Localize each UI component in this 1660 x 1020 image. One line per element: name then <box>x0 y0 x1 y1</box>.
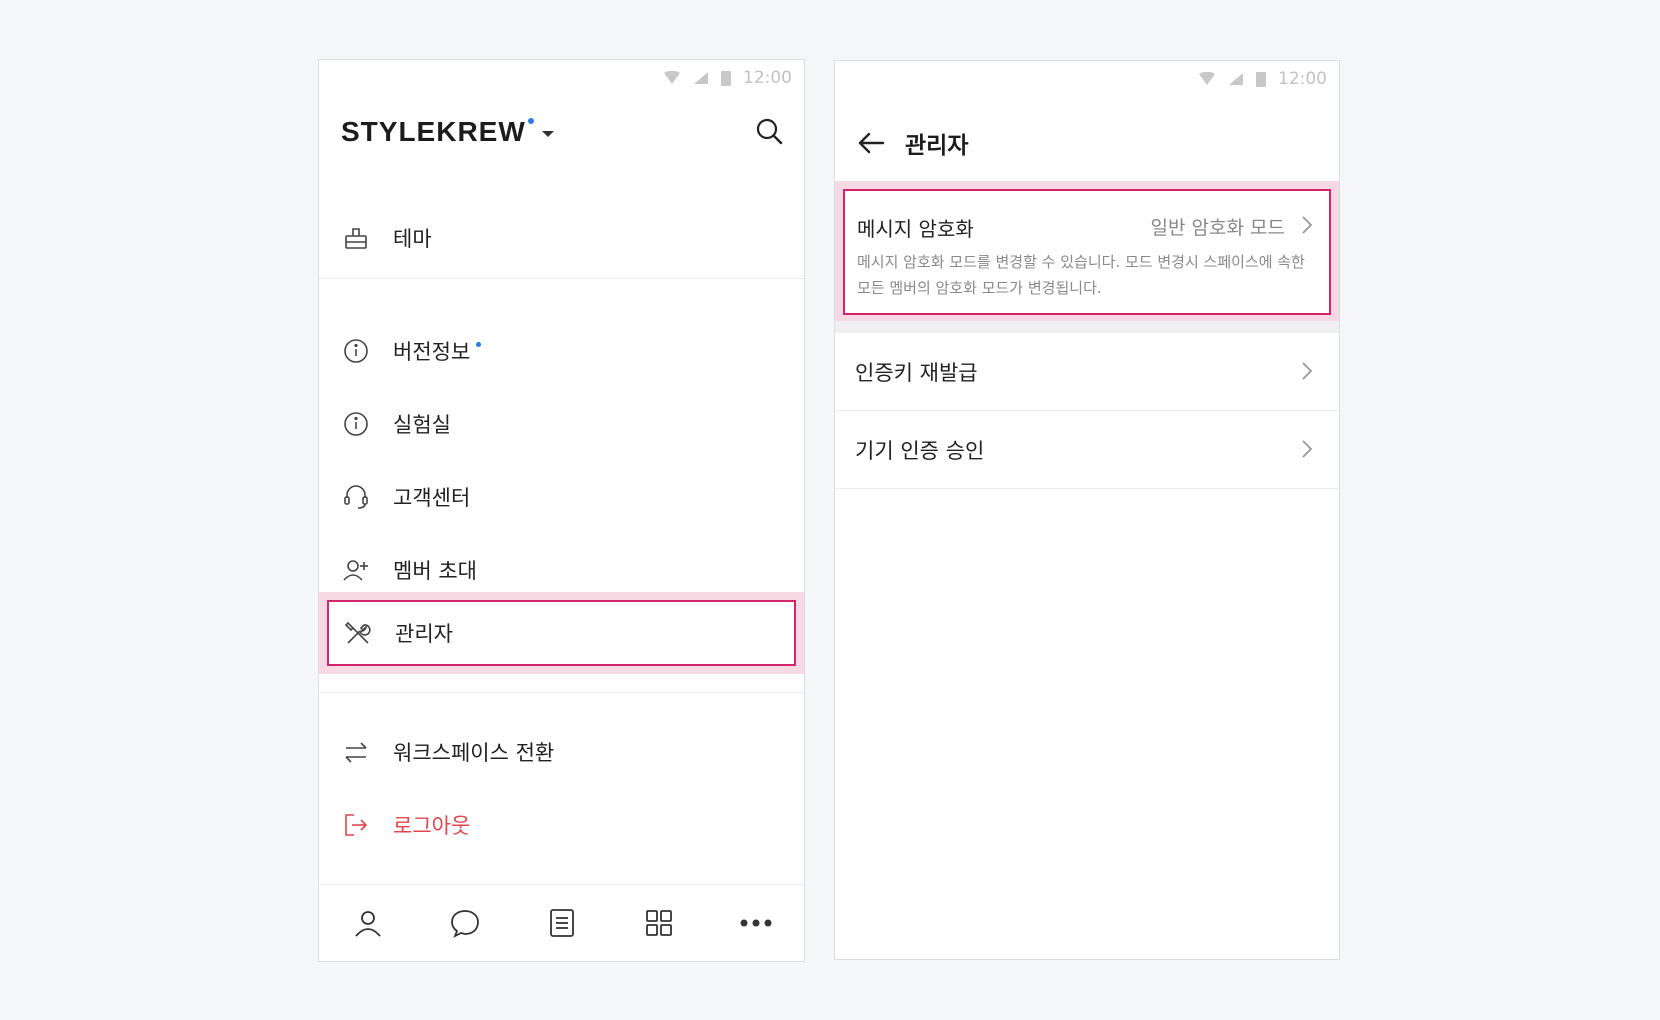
menu-label: 테마 <box>393 227 432 251</box>
tools-icon <box>343 618 373 648</box>
chevron-right-icon <box>1301 215 1313 239</box>
menu-item-version[interactable]: 버전정보 <box>319 323 804 379</box>
right-screen: 12:00 관리자 메시지 암호화 일반 암호화 모드 메시지 암호화 모드를 … <box>834 60 1340 960</box>
chevron-right-icon <box>1301 361 1313 385</box>
menu-item-lab[interactable]: 실험실 <box>319 396 804 452</box>
swap-icon <box>341 737 371 767</box>
new-badge-dot <box>476 341 482 347</box>
search-icon <box>756 118 783 145</box>
menu-label: 고객센터 <box>393 486 471 510</box>
brand-dot <box>527 118 534 124</box>
battery-icon <box>721 70 731 86</box>
chevron-right-icon <box>1301 439 1313 463</box>
more-icon <box>740 919 771 927</box>
wifi-icon <box>663 71 681 85</box>
status-bar: 12:00 <box>1198 61 1339 97</box>
search-button[interactable] <box>754 116 784 146</box>
menu-item-invite[interactable]: 멤버 초대 <box>319 542 804 598</box>
tab-apps[interactable] <box>639 903 679 943</box>
menu-item-logout[interactable]: 로그아웃 <box>319 797 804 853</box>
section-gap <box>835 321 1339 333</box>
left-screen: 12:00 STYLEKREW 테마 버전정보 실험실 고객센터 멤버 초대 관… <box>318 59 805 962</box>
menu-label: 로그아웃 <box>393 814 471 838</box>
workspace-switcher[interactable]: STYLEKREW <box>341 116 554 148</box>
info-icon <box>341 409 371 439</box>
status-time: 12:00 <box>743 68 792 88</box>
apps-icon <box>645 910 672 936</box>
logout-icon <box>341 810 371 840</box>
arrow-left-icon <box>858 132 885 154</box>
reissue-key-item[interactable]: 인증키 재발급 <box>835 333 1339 411</box>
item-label: 인증키 재발급 <box>855 360 978 385</box>
info-icon <box>341 336 371 366</box>
menu-item-theme[interactable]: 테마 <box>319 210 804 266</box>
menu-label: 버전정보 <box>393 340 471 364</box>
wifi-icon <box>1198 72 1216 86</box>
menu-item-switch-workspace[interactable]: 워크스페이스 전환 <box>319 724 804 780</box>
admin-highlight: 관리자 <box>319 592 804 674</box>
menu-label: 관리자 <box>395 622 453 646</box>
menu-label: 워크스페이스 전환 <box>393 741 555 765</box>
battery-icon <box>1256 71 1266 87</box>
encryption-highlight: 메시지 암호화 일반 암호화 모드 메시지 암호화 모드를 변경할 수 있습니다… <box>835 181 1339 321</box>
menu-item-support[interactable]: 고객센터 <box>319 469 804 525</box>
status-bar: 12:00 <box>663 60 804 96</box>
message-encryption-setting[interactable]: 메시지 암호화 일반 암호화 모드 메시지 암호화 모드를 변경할 수 있습니다… <box>843 189 1331 315</box>
profile-icon <box>354 911 381 937</box>
bottom-tab-bar <box>319 884 804 961</box>
chevron-down-icon <box>541 131 554 137</box>
tab-profile[interactable] <box>348 903 388 943</box>
add-user-icon <box>341 555 371 585</box>
tab-more[interactable] <box>736 903 776 943</box>
page-title: 관리자 <box>905 133 969 159</box>
signal-icon <box>693 71 709 85</box>
divider <box>319 692 804 693</box>
device-approval-item[interactable]: 기기 인증 승인 <box>835 411 1339 489</box>
headset-icon <box>341 482 371 512</box>
chat-icon <box>450 910 479 938</box>
header: 관리자 <box>835 107 1339 179</box>
setting-description: 메시지 암호화 모드를 변경할 수 있습니다. 모드 변경시 스페이스에 속한 … <box>857 253 1305 297</box>
setting-title: 메시지 암호화 <box>857 217 974 241</box>
item-label: 기기 인증 승인 <box>855 438 985 463</box>
brand-logo: STYLEKREW <box>341 116 526 147</box>
signal-icon <box>1228 72 1244 86</box>
setting-value: 일반 암호화 모드 <box>1150 217 1285 239</box>
menu-item-admin[interactable]: 관리자 <box>327 600 796 666</box>
menu-label: 멤버 초대 <box>393 559 477 583</box>
document-icon <box>549 909 574 937</box>
divider <box>319 278 804 279</box>
menu-label: 실험실 <box>393 413 451 437</box>
tab-chat[interactable] <box>445 903 485 943</box>
status-time: 12:00 <box>1278 69 1327 89</box>
tab-documents[interactable] <box>542 903 582 943</box>
paint-brush-icon <box>341 223 371 253</box>
admin-row[interactable]: 관리자 <box>321 605 790 661</box>
back-button[interactable] <box>853 125 889 161</box>
